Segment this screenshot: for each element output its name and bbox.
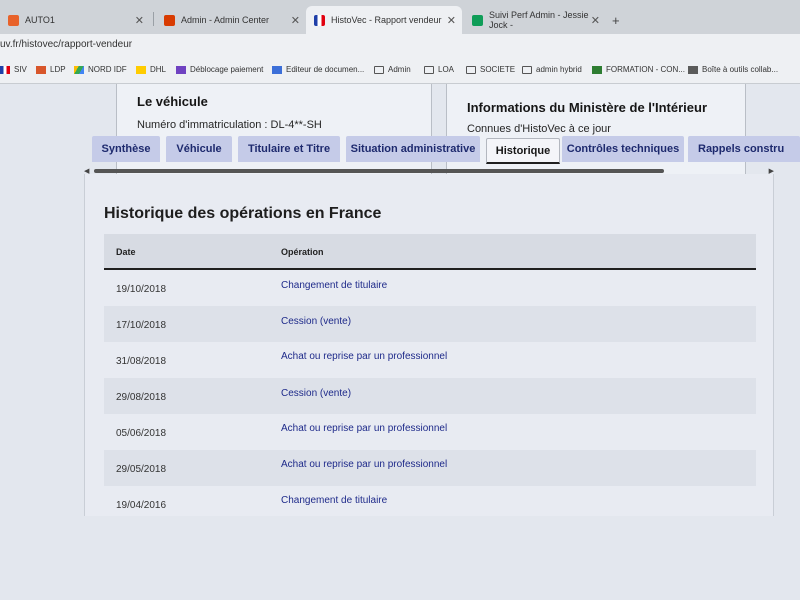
french-flag-favicon-icon <box>314 14 325 26</box>
row-date: 19/10/2018 <box>116 284 167 295</box>
row-date: 05/06/2018 <box>116 428 167 439</box>
ministry-card-title: Informations du Ministère de l'Intérieur <box>467 100 708 115</box>
bookmark-label: DHL <box>150 65 167 74</box>
bookmark-nord-idf[interactable]: NORD IDF <box>74 65 127 74</box>
row-date: 29/08/2018 <box>116 392 167 403</box>
doc-icon <box>272 65 282 74</box>
row-operation: Cession (vente) <box>281 388 352 399</box>
app-icon <box>688 65 698 74</box>
row-date: 17/10/2018 <box>116 320 167 331</box>
bookmark-label: FORMATION - CON... <box>606 65 685 74</box>
tab-title: Admin - Admin Center <box>181 15 270 25</box>
close-icon[interactable]: ✕ <box>135 14 144 27</box>
auto1-favicon-icon <box>8 14 19 26</box>
row-operation: Achat ou reprise par un professionnel <box>281 423 448 434</box>
history-title: Historique des opérations en France <box>104 205 382 222</box>
column-header-date: Date <box>116 247 136 257</box>
table-row: 19/10/2018 Changement de titulaire <box>104 270 756 306</box>
browser-tab-auto1[interactable]: AUTO1 ✕ <box>0 6 150 34</box>
bookmark-label: Boîte à outils collab... <box>702 65 779 74</box>
row-operation: Achat ou reprise par un professionnel <box>281 351 448 362</box>
url-text[interactable]: uv.fr/histovec/rapport-vendeur <box>0 39 132 50</box>
tab-historique[interactable]: Historique <box>486 138 560 164</box>
bookmark-deblocage[interactable]: Déblocage paiement <box>176 65 263 74</box>
bookmark-label: Editeur de documen... <box>286 65 365 74</box>
table-row: 31/08/2018 Achat ou reprise par un profe… <box>104 342 756 378</box>
tab-title: Suivi Perf Admin - Jessie Jock - <box>489 10 589 30</box>
browser-tab-histovec[interactable]: HistoVec - Rapport vendeur ✕ <box>306 6 462 34</box>
browser-tab-strip: AUTO1 ✕ Admin - Admin Center ✕ HistoVec … <box>0 0 800 34</box>
bookmark-boite-outils[interactable]: Boîte à outils collab... <box>688 65 778 74</box>
bookmark-label: NORD IDF <box>88 65 127 74</box>
tab-separator <box>153 12 154 26</box>
dhl-icon <box>136 65 146 74</box>
tab-title: AUTO1 <box>25 15 55 25</box>
bookmark-label: LDP <box>50 65 66 74</box>
tab-rappels-constructeur[interactable]: Rappels constru <box>688 136 800 162</box>
tab-title: HistoVec - Rapport vendeur <box>331 15 442 25</box>
tab-synthese[interactable]: Synthèse <box>92 136 160 162</box>
table-row: 19/04/2016 Changement de titulaire <box>104 486 756 522</box>
table-row: 17/10/2018 Cession (vente) <box>104 306 756 342</box>
bookmark-folder-loa[interactable]: LOA <box>424 65 454 74</box>
bookmark-ldp[interactable]: LDP <box>36 65 66 74</box>
plate-number: Numéro d'immatriculation : DL-4**-SH <box>137 119 322 131</box>
ministry-card-subtitle: Connues d'HistoVec à ce jour <box>467 123 611 135</box>
flag-icon <box>0 65 10 74</box>
app-icon <box>36 65 46 74</box>
sheets-favicon-icon <box>472 14 483 26</box>
bookmark-label: LOA <box>438 65 455 74</box>
tab-situation-administrative[interactable]: Situation administrative <box>346 136 480 162</box>
bookmark-formation[interactable]: FORMATION - CON... <box>592 65 685 74</box>
tab-vehicule[interactable]: Véhicule <box>166 136 232 162</box>
row-operation: Cession (vente) <box>281 316 352 327</box>
row-date: 31/08/2018 <box>116 356 167 367</box>
browser-tab-admin-center[interactable]: Admin - Admin Center ✕ <box>156 6 306 34</box>
row-operation: Achat ou reprise par un professionnel <box>281 459 448 470</box>
drive-icon <box>74 65 84 74</box>
row-date: 19/04/2016 <box>116 500 167 511</box>
tab-controles-techniques[interactable]: Contrôles techniques <box>562 136 684 162</box>
app-icon <box>176 65 186 74</box>
office-favicon-icon <box>164 14 175 26</box>
vehicle-card-title: Le véhicule <box>137 94 208 109</box>
folder-icon <box>466 65 476 74</box>
app-icon <box>592 65 602 74</box>
address-bar[interactable]: uv.fr/histovec/rapport-vendeur <box>0 34 800 58</box>
folder-icon <box>424 65 434 74</box>
row-date: 29/05/2018 <box>116 464 167 475</box>
bookmark-dhl[interactable]: DHL <box>136 65 166 74</box>
bookmark-label: SIV <box>14 65 27 74</box>
close-icon[interactable]: ✕ <box>291 14 300 27</box>
bookmark-folder-admin[interactable]: Admin <box>374 65 411 74</box>
browser-tab-suivi-perf[interactable]: Suivi Perf Admin - Jessie Jock - ✕ <box>464 6 606 34</box>
row-operation: Changement de titulaire <box>281 495 388 506</box>
bookmark-label: Admin <box>388 65 411 74</box>
row-operation: Changement de titulaire <box>281 280 388 291</box>
bookmarks-bar: SIV LDP NORD IDF DHL Déblocage paiement … <box>0 58 800 84</box>
history-table-header: Date Opération <box>104 234 756 270</box>
bookmark-folder-societe[interactable]: SOCIETE <box>466 65 515 74</box>
bookmark-label: Déblocage paiement <box>190 65 264 74</box>
folder-icon <box>374 65 384 74</box>
bookmark-label: SOCIETE <box>480 65 516 74</box>
page-tabs: Synthèse Véhicule Titulaire et Titre Sit… <box>92 136 800 166</box>
tab-titulaire-titre[interactable]: Titulaire et Titre <box>238 136 340 162</box>
column-header-operation: Opération <box>281 247 324 257</box>
bookmark-label: admin hybrid <box>536 65 582 74</box>
table-row: 29/08/2018 Cession (vente) <box>104 378 756 414</box>
bookmark-siv[interactable]: SIV <box>0 65 27 74</box>
bookmark-folder-admin-hybrid[interactable]: admin hybrid <box>522 65 582 74</box>
scrollbar-thumb[interactable] <box>94 169 664 173</box>
table-row: 05/06/2018 Achat ou reprise par un profe… <box>104 414 756 450</box>
new-tab-button[interactable]: + <box>612 13 620 28</box>
folder-icon <box>522 65 532 74</box>
table-row: 29/05/2018 Achat ou reprise par un profe… <box>104 450 756 486</box>
close-icon[interactable]: ✕ <box>591 14 600 27</box>
bookmark-editeur[interactable]: Editeur de documen... <box>272 65 364 74</box>
close-icon[interactable]: ✕ <box>447 14 456 27</box>
